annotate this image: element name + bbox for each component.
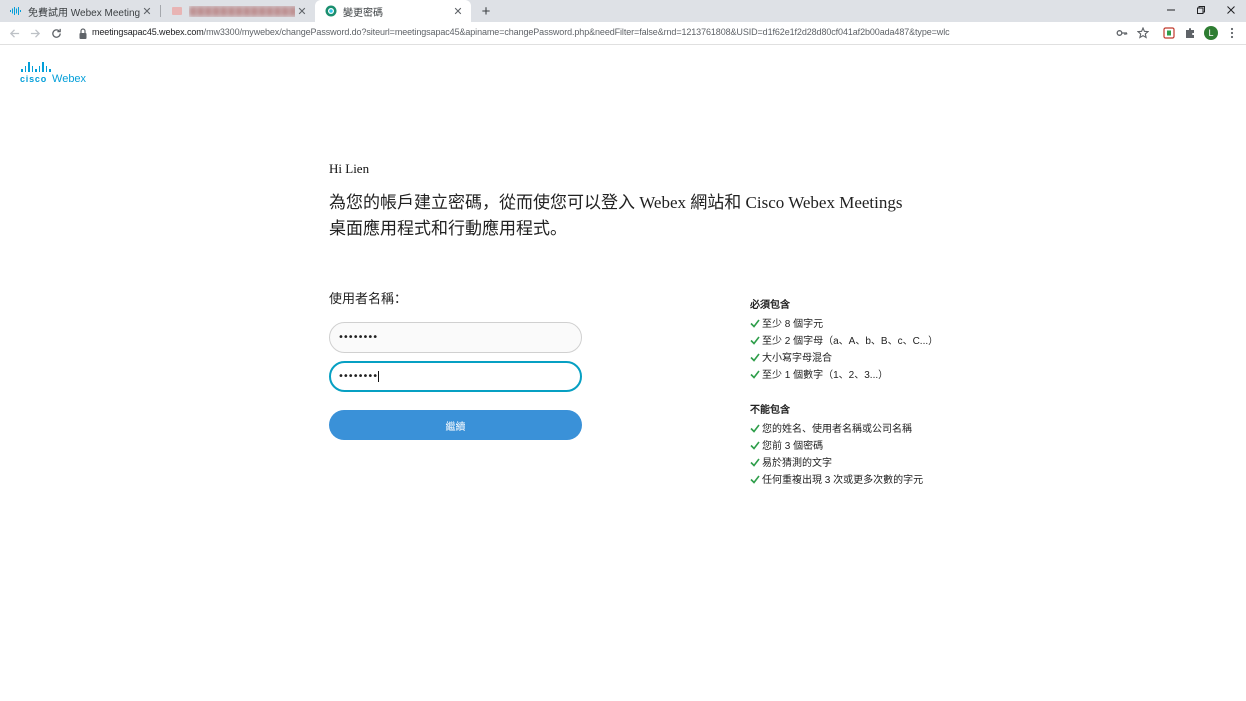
tab-webex-trial[interactable]: 免費試用 Webex Meetings | 一 ✕	[0, 0, 160, 22]
logo-cisco-text: cisco	[20, 74, 48, 84]
rule-item: 至少 2 個字母（a、A、b、B、c、C...）	[750, 331, 938, 348]
extensions-puzzle-icon[interactable]	[1183, 26, 1197, 40]
bookmark-star-icon[interactable]	[1136, 26, 1150, 40]
check-icon	[750, 475, 760, 484]
rule-item: 至少 8 個字元	[750, 314, 938, 331]
continue-button[interactable]: 繼續	[329, 410, 582, 440]
cisco-bars-icon	[21, 62, 86, 72]
check-icon	[750, 370, 760, 379]
extension-badge-icon[interactable]	[1162, 26, 1176, 40]
url-path: /mw3300/mywebex/changePassword.do?siteur…	[203, 27, 950, 37]
rule-item: 大小寫字母混合	[750, 348, 938, 365]
must-include-rules: 必須包含 至少 8 個字元 至少 2 個字母（a、A、b、B、c、C...） 大…	[750, 296, 938, 382]
minimize-button[interactable]	[1156, 0, 1186, 20]
text-caret	[378, 371, 380, 382]
tab-title: 變更密碼	[343, 7, 383, 19]
lock-icon[interactable]	[79, 27, 87, 39]
tab-blurred[interactable]: ▇▇▇▇▇▇▇▇▇▇▇▇▇▇▇▇▇▇ ✕	[161, 0, 315, 22]
profile-avatar[interactable]: L	[1204, 26, 1218, 40]
tab-strip: 免費試用 Webex Meetings | 一 ✕ ▇▇▇▇▇▇▇▇▇▇▇▇▇▇…	[0, 0, 1246, 22]
more-menu-icon[interactable]	[1225, 26, 1239, 40]
close-tab-icon[interactable]: ✕	[140, 4, 154, 18]
close-tab-icon[interactable]: ✕	[451, 4, 465, 18]
greeting: Hi Lien	[329, 161, 370, 176]
rules-heading: 必須包含	[750, 300, 790, 311]
back-arrow-icon[interactable]	[7, 26, 21, 40]
cannot-include-rules: 不能包含 您的姓名、使用者名稱或公司名稱 您前 3 個密碼 易於猜測的文字 任何…	[750, 401, 923, 487]
confirm-password-field[interactable]: ••••••••	[329, 361, 582, 392]
check-icon	[750, 319, 760, 328]
check-icon	[750, 424, 760, 433]
close-tab-icon[interactable]: ✕	[295, 4, 309, 18]
restore-button[interactable]	[1186, 0, 1216, 20]
rule-item: 至少 1 個數字（1、2、3...）	[750, 365, 938, 382]
rules-heading: 不能包含	[750, 405, 790, 416]
webex-favicon-icon	[325, 5, 337, 17]
reload-icon[interactable]	[49, 26, 63, 40]
password-masked-value: ••••••••	[338, 371, 378, 382]
rule-item: 易於猜測的文字	[750, 453, 923, 470]
tab-title: ▇▇▇▇▇▇▇▇▇▇▇▇▇▇▇▇▇▇	[189, 5, 295, 17]
browser-toolbar: meetingsapac45.webex.com/mw3300/mywebex/…	[0, 22, 1246, 45]
tab-change-password[interactable]: 變更密碼 ✕	[315, 0, 471, 22]
check-icon	[750, 336, 760, 345]
cisco-favicon-icon	[10, 5, 22, 17]
password-masked-value: ••••••••	[338, 332, 378, 343]
username-label: 使用者名稱：	[329, 291, 408, 306]
close-window-button[interactable]	[1216, 0, 1246, 20]
tab-title: 免費試用 Webex Meetings | 一	[28, 7, 140, 19]
check-icon	[750, 353, 760, 362]
address-bar[interactable]: meetingsapac45.webex.com/mw3300/mywebex/…	[92, 27, 950, 37]
intro-text: 為您的帳戶建立密碼，從而使您可以登入 Webex 網站和 Cisco Webex…	[329, 190, 919, 242]
intro-line: 桌面應用程式和行動應用程式。	[329, 219, 567, 238]
rule-item: 您的姓名、使用者名稱或公司名稱	[750, 419, 923, 436]
cisco-webex-logo: cisco Webex	[20, 62, 86, 85]
new-password-field[interactable]: ••••••••	[329, 322, 582, 353]
key-icon[interactable]	[1115, 26, 1129, 40]
rule-item: 任何重複出現 3 次或更多次數的字元	[750, 470, 923, 487]
intro-line: 為您的帳戶建立密碼，從而使您可以登入 Webex 網站和 Cisco Webex…	[329, 193, 903, 212]
favicon-icon	[171, 5, 183, 17]
rule-item: 您前 3 個密碼	[750, 436, 923, 453]
new-tab-button[interactable]: +	[478, 2, 494, 20]
check-icon	[750, 458, 760, 467]
check-icon	[750, 441, 760, 450]
username-row: 使用者名稱：	[329, 288, 413, 307]
logo-webex-text: Webex	[52, 73, 87, 85]
forward-arrow-icon[interactable]	[28, 26, 42, 40]
url-host: meetingsapac45.webex.com	[92, 27, 204, 37]
